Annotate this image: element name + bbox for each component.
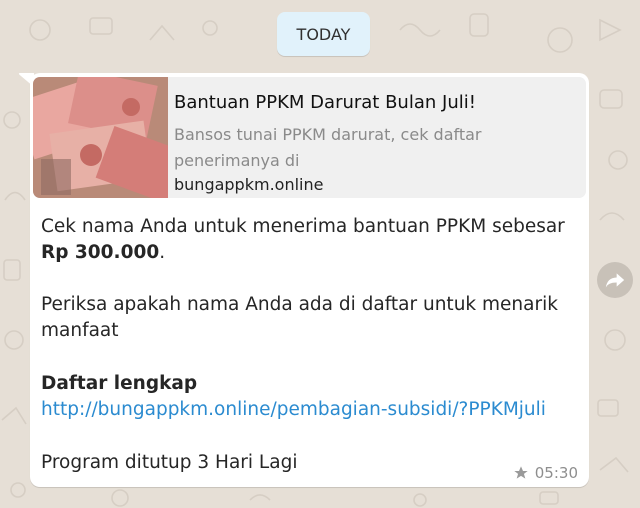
star-icon [514, 466, 528, 479]
message-time: 05:30 [534, 464, 578, 482]
link-preview-description: Bansos tunai PPKM darurat, cek daftar pe… [174, 125, 482, 170]
message-amount: Rp 300.000 [41, 242, 160, 263]
link-preview-card[interactable]: Bantuan PPKM Darurat Bulan Juli! Bansos … [33, 77, 586, 198]
message-meta: 05:30 [513, 464, 578, 482]
message-amount-suffix: . [159, 242, 166, 263]
message-bubble[interactable]: Bantuan PPKM Darurat Bulan Juli! Bansos … [30, 73, 589, 487]
message-footer: Program ditutup 3 Hari Lagi [41, 452, 298, 473]
forward-icon [605, 273, 625, 288]
link-preview-domain: bungappkm.online [174, 175, 324, 194]
date-divider-label: TODAY [296, 24, 351, 44]
message-line-4: manfaat [41, 320, 119, 341]
message-amount-line: Rp 300.000. [41, 242, 165, 263]
message-list-heading: Daftar lengkap [41, 373, 197, 394]
list-heading-text: Daftar lengkap [41, 373, 198, 394]
banknotes-image [33, 77, 168, 198]
forward-button[interactable] [597, 262, 633, 298]
date-divider-pill: TODAY [277, 12, 370, 56]
link-preview-title: Bantuan PPKM Darurat Bulan Juli! [174, 92, 476, 113]
message-line-1: Cek nama Anda untuk menerima bantuan PPK… [41, 216, 565, 237]
message-link[interactable]: http://bungappkm.online/pembagian-subsid… [41, 399, 546, 420]
message-line-3: Periksa apakah nama Anda ada di daftar u… [41, 294, 558, 315]
